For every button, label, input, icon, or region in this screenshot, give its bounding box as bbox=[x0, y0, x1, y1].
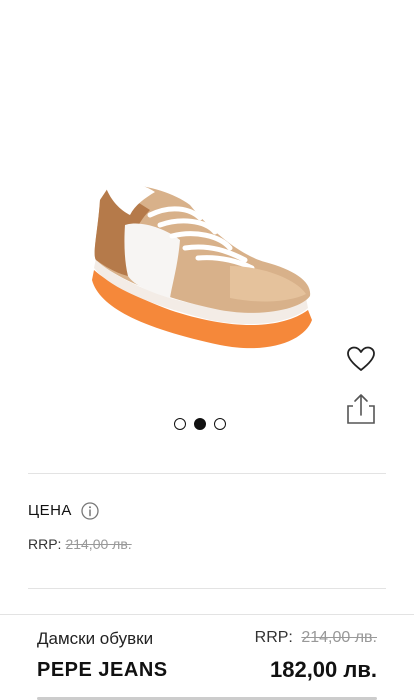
heart-icon[interactable] bbox=[346, 345, 376, 373]
rrp-label: RRP: bbox=[28, 536, 62, 552]
divider bbox=[28, 588, 386, 589]
bottom-rrp: RRP: 214,00 лв. bbox=[255, 629, 377, 647]
product-category: Дамски обувки bbox=[37, 629, 154, 648]
bottom-rrp-label: RRP: bbox=[254, 629, 293, 646]
product-price: 182,00 лв. bbox=[269, 657, 377, 682]
bottom-rrp-value: 214,00 лв. bbox=[301, 629, 377, 646]
info-icon[interactable] bbox=[81, 502, 99, 520]
product-bottom-bar: Дамски обувки PEPE JEANS RRP: 214,00 лв.… bbox=[0, 614, 414, 700]
gallery-pagination bbox=[174, 418, 226, 434]
gallery-dot-3[interactable] bbox=[214, 418, 226, 430]
price-label: ЦЕНА bbox=[28, 502, 72, 519]
share-icon[interactable] bbox=[345, 393, 377, 425]
gallery-dot-2[interactable] bbox=[194, 418, 206, 430]
divider bbox=[28, 473, 386, 474]
product-image-gallery[interactable] bbox=[0, 0, 414, 455]
rrp-row: RRP: 214,00 лв. bbox=[28, 536, 132, 552]
product-image bbox=[92, 182, 312, 349]
gallery-dot-1[interactable] bbox=[174, 418, 186, 430]
product-brand: PEPE JEANS bbox=[37, 659, 168, 681]
rrp-value: 214,00 лв. bbox=[65, 536, 132, 552]
